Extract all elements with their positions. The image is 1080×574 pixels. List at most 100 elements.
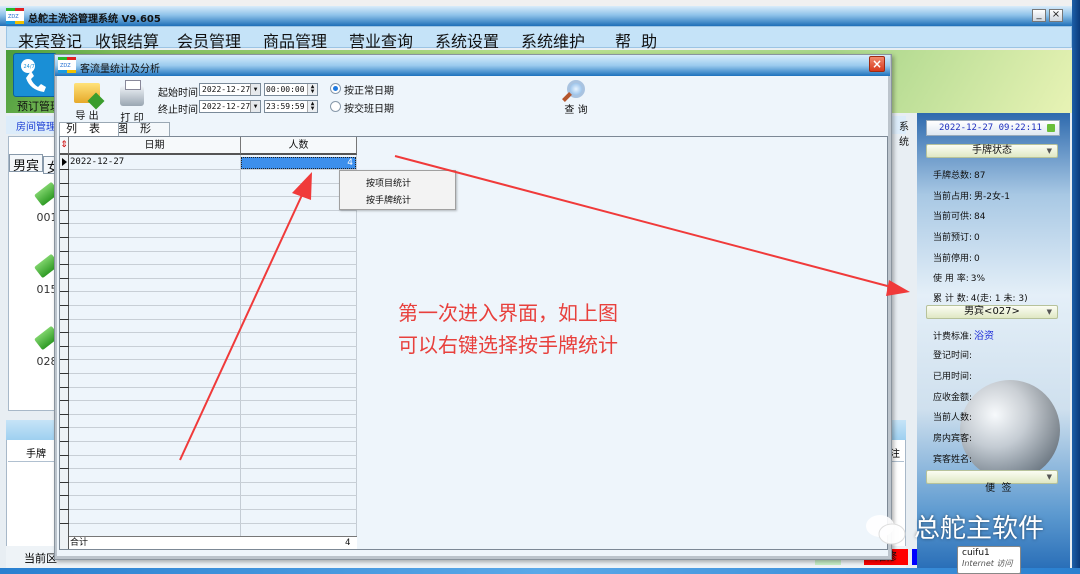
dropdown-arrow-icon: ▼ <box>1046 147 1052 155</box>
grid-row-line <box>69 237 357 238</box>
svg-text:24/7: 24/7 <box>24 64 35 70</box>
grid-row-line <box>69 291 357 292</box>
menu-cashier[interactable]: 收银结算 <box>95 28 159 52</box>
row-indicator-column <box>60 137 69 549</box>
stat-total-tags: 手牌总数: 87 <box>933 171 986 181</box>
grid-row-line <box>69 346 357 347</box>
stat-disabled: 当前停用: 0 <box>933 254 980 264</box>
menu-help[interactable]: 帮 助 <box>615 28 657 52</box>
indicator-cell-line <box>60 509 69 510</box>
menu-system-settings[interactable]: 系统设置 <box>435 28 499 52</box>
dialog-title-bar: ZDZ 客流量统计及分析 <box>55 55 890 76</box>
sort-icon[interactable]: ⇕ <box>60 137 69 155</box>
title-bar: ZDZ 总舵主洗浴管理系统 V9.605 _ × <box>0 6 1080 26</box>
stat-occupied: 当前占用: 男-2女-1 <box>933 192 1010 202</box>
app-logo-icon: ZDZ <box>6 8 24 24</box>
indicator-cell-line <box>60 305 69 306</box>
total-value: 4 <box>345 538 351 548</box>
column-header-count[interactable]: 人数 <box>241 137 357 155</box>
grid-row-line <box>69 495 357 496</box>
indicator-cell-line <box>60 346 69 347</box>
cell-count-selected[interactable]: 4 <box>241 157 356 169</box>
radio-shift-date[interactable] <box>330 101 341 112</box>
indicator-cell-line <box>60 495 69 496</box>
menu-member[interactable]: 会员管理 <box>177 28 241 52</box>
minimize-button[interactable]: _ <box>1032 9 1046 22</box>
detail-register-time: 登记时间: <box>933 351 973 361</box>
grid-row-line <box>69 387 357 388</box>
menu-system-maintenance[interactable]: 系统维护 <box>521 28 585 52</box>
indicator-cell-line <box>60 427 69 428</box>
indicator-cell-line <box>60 278 69 279</box>
indicator-cell-line <box>60 264 69 265</box>
tab-list[interactable]: 列表 <box>59 122 119 136</box>
user-tooltip: cuifu1 Internet 访问 <box>957 546 1021 574</box>
end-time-input[interactable]: 23:59:59 ▲ ▼ <box>264 100 318 113</box>
indicator-cell-line <box>60 319 69 320</box>
grid-row-line <box>69 509 357 510</box>
end-date-picker[interactable]: 2022-12-27 ▼ <box>199 100 261 113</box>
menu-item-by-tag[interactable]: 按手牌统计 <box>366 193 411 206</box>
printer-icon <box>120 80 144 106</box>
radio-shift-date-label[interactable]: 按交班日期 <box>344 100 394 115</box>
start-time-label: 起始时间 <box>158 88 198 99</box>
total-label: 合计 <box>70 538 89 548</box>
tab-chart[interactable]: 图形 <box>110 122 170 136</box>
memo-select[interactable]: 便 签 ▼ <box>926 470 1058 494</box>
start-time-input[interactable]: 00:00:00 ▲ ▼ <box>264 83 318 96</box>
dropdown-arrow-icon[interactable]: ▼ <box>250 84 260 95</box>
query-button[interactable]: 查 询 <box>562 80 590 116</box>
spinner-icon[interactable]: ▲ ▼ <box>307 84 317 95</box>
menu-guest-register[interactable]: 来宾登记 <box>18 28 82 52</box>
indicator-cell-line <box>60 455 69 456</box>
column-header-date[interactable]: 日期 <box>69 137 241 155</box>
current-area-label: 当前区 <box>24 552 57 565</box>
grid-row-line <box>69 373 357 374</box>
grid-column-divider <box>240 155 241 549</box>
dialog-close-button[interactable]: × <box>869 56 885 72</box>
menu-item-by-item[interactable]: 按项目统计 <box>366 176 411 189</box>
grid-row-line <box>69 482 357 483</box>
menu-business-query[interactable]: 营业查询 <box>349 28 413 52</box>
radio-normal-date[interactable] <box>330 83 341 94</box>
detail-amount-due: 应收金额: <box>933 393 973 403</box>
menu-bar: 来宾登记 收银结算 会员管理 商品管理 营业查询 系统设置 系统维护 帮 助 <box>6 26 1072 51</box>
tab-male-guests[interactable]: 男宾 <box>9 154 44 174</box>
taskbar <box>0 568 1080 574</box>
indicator-cell-line <box>60 468 69 469</box>
guest-select[interactable]: 男宾<027> ▼ <box>926 305 1058 319</box>
start-date-picker[interactable]: 2022-12-27 ▼ <box>199 83 261 96</box>
stat-reserved: 当前预订: 0 <box>933 233 980 243</box>
export-folder-icon <box>74 83 100 103</box>
room-management-link[interactable]: 房间管理 <box>16 118 56 133</box>
detail-room-guests: 房内宾客: <box>933 434 973 444</box>
grid-row-line <box>69 196 357 197</box>
play-icon[interactable] <box>1047 124 1055 132</box>
export-button[interactable]: 导 出 <box>72 83 102 122</box>
col-tag: 手牌 <box>26 449 46 460</box>
cell-date[interactable]: 2022-12-27 <box>70 156 124 169</box>
tag-status-select[interactable]: 手牌状态 ▼ <box>926 144 1058 158</box>
close-button[interactable]: × <box>1049 9 1063 22</box>
radio-normal-date-label[interactable]: 按正常日期 <box>344 82 394 97</box>
indicator-cell-line <box>60 482 69 483</box>
stat-usage-rate: 使 用 率: 3% <box>933 274 986 284</box>
grid-row-line <box>69 427 357 428</box>
grid-row-line <box>69 183 357 184</box>
booking-tile[interactable]: 24/7 <box>13 53 57 97</box>
spinner-icon[interactable]: ▲ ▼ <box>307 101 317 112</box>
indicator-cell-line <box>60 359 69 360</box>
svg-text:ZDZ: ZDZ <box>8 14 19 20</box>
dropdown-arrow-icon: ▼ <box>1046 473 1052 481</box>
indicator-cell-line <box>60 183 69 184</box>
print-button[interactable]: 打 印 <box>117 80 147 124</box>
menu-goods[interactable]: 商品管理 <box>263 28 327 52</box>
magnifier-icon <box>567 80 585 98</box>
dropdown-arrow-icon[interactable]: ▼ <box>250 101 260 112</box>
wechat-icon <box>866 515 906 545</box>
detail-billing: 计费标准: 浴资 <box>933 331 995 342</box>
window-border <box>1072 0 1080 574</box>
indicator-cell-line <box>60 387 69 388</box>
grid-row-line <box>69 332 357 333</box>
grid-row-line <box>69 305 357 306</box>
